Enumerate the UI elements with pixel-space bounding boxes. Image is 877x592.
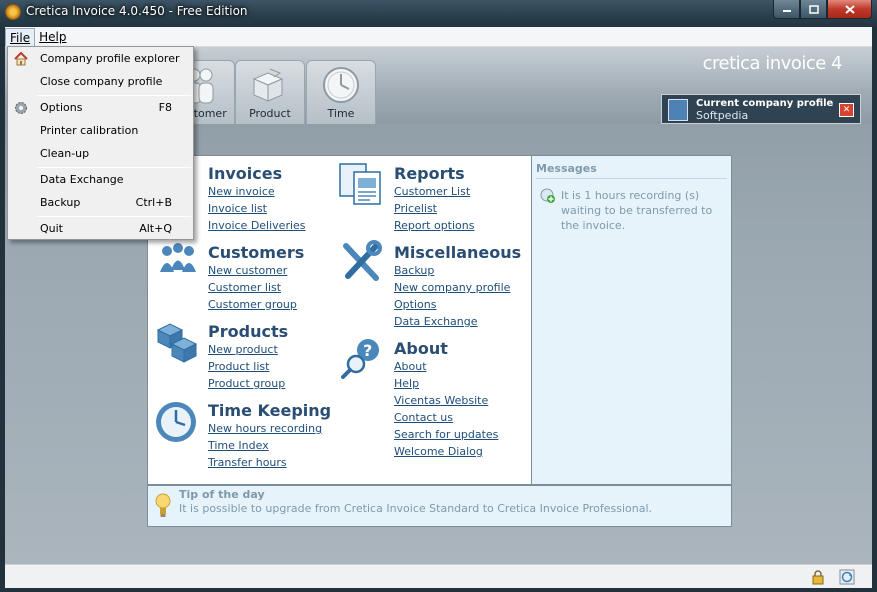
tab-label: Product <box>249 107 291 120</box>
section-timekeeping: Time Keeping New hours recording Time In… <box>208 401 331 471</box>
menu-separator <box>37 95 191 96</box>
link-customer-list[interactable]: Customer list <box>208 279 304 296</box>
section-about: About About Help Vicentas Website Contac… <box>394 339 498 460</box>
building-icon <box>668 99 688 121</box>
section-title: Reports <box>394 164 465 183</box>
file-menu-dropdown: Company profile explorer Close company p… <box>7 46 194 240</box>
app-window: Cretica Invoice 4.0.450 - Free Edition F… <box>0 0 877 592</box>
clock-icon <box>323 67 359 103</box>
link-options[interactable]: Options <box>394 296 521 313</box>
divider <box>536 178 727 179</box>
close-icon <box>844 4 855 14</box>
link-pricelist[interactable]: Pricelist <box>394 200 474 217</box>
app-icon[interactable] <box>5 4 21 20</box>
close-company-icon[interactable]: ✕ <box>839 103 854 117</box>
section-miscellaneous: Miscellaneous Backup New company profile… <box>394 243 521 330</box>
link-transfer-hours[interactable]: Transfer hours <box>208 454 331 471</box>
section-title: Miscellaneous <box>394 243 522 262</box>
tab-product[interactable]: Product <box>235 60 305 124</box>
link-search-for-updates[interactable]: Search for updates <box>394 426 498 443</box>
home-icon <box>14 51 28 66</box>
menu-bar: File Help <box>5 27 872 47</box>
link-about[interactable]: About <box>394 358 498 375</box>
clock-section-icon <box>156 402 196 442</box>
link-new-hours-recording[interactable]: New hours recording <box>208 420 331 437</box>
brand-logo: cretica invoice 4 <box>702 53 843 74</box>
link-product-list[interactable]: Product list <box>208 358 288 375</box>
messages-title: Messages <box>536 162 597 175</box>
messages-panel: Messages It is 1 hours recording (s) wai… <box>531 155 732 485</box>
section-title: Invoices <box>208 164 283 183</box>
menu-separator <box>37 216 191 217</box>
link-backup[interactable]: Backup <box>394 262 521 279</box>
gear-icon <box>15 102 27 114</box>
menu-item-data-exchange[interactable]: Data Exchange <box>9 169 192 191</box>
menu-item-printer-calibration[interactable]: Printer calibration <box>9 120 192 142</box>
menu-item-clean-up[interactable]: Clean-up <box>9 143 192 165</box>
minimize-button[interactable] <box>773 0 800 19</box>
section-title: Time Keeping <box>208 401 332 420</box>
tools-icon <box>343 240 382 281</box>
menu-item-company-profile-explorer[interactable]: Company profile explorer <box>9 48 192 70</box>
help-magnifier-icon: ? <box>341 339 379 379</box>
maximize-button[interactable] <box>800 0 827 19</box>
menu-item-backup[interactable]: Backup Ctrl+B <box>9 192 192 214</box>
message-item[interactable]: It is 1 hours recording (s) waiting to b… <box>561 188 729 233</box>
close-button[interactable] <box>827 0 872 19</box>
link-time-index[interactable]: Time Index <box>208 437 331 454</box>
title-bar[interactable]: Cretica Invoice 4.0.450 - Free Edition <box>0 0 877 27</box>
tab-time[interactable]: Time <box>306 60 376 124</box>
menu-item-options[interactable]: Options F8 <box>9 97 192 119</box>
status-bar <box>5 564 872 588</box>
link-customer-group[interactable]: Customer group <box>208 296 304 313</box>
boxes-section-icon <box>156 323 198 363</box>
link-help[interactable]: Help <box>394 375 498 392</box>
tip-of-the-day: Tip of the day It is possible to upgrade… <box>147 485 732 527</box>
lightbulb-icon <box>155 493 171 517</box>
window-title: Cretica Invoice 4.0.450 - Free Edition <box>26 4 248 18</box>
tab-label: Time <box>327 107 355 120</box>
link-new-product[interactable]: New product <box>208 341 288 358</box>
link-vicentas-website[interactable]: Vicentas Website <box>394 392 498 409</box>
navigation-panel: Invoices New invoice Invoice list Invoic… <box>147 155 533 485</box>
link-customer-list-report[interactable]: Customer List <box>394 183 474 200</box>
section-products: Products New product Product list Produc… <box>208 322 288 392</box>
reports-icon <box>339 163 381 205</box>
section-reports: Reports Customer List Pricelist Report o… <box>394 164 474 234</box>
link-new-company-profile[interactable]: New company profile <box>394 279 521 296</box>
link-invoice-list[interactable]: Invoice list <box>208 200 306 217</box>
section-title: Customers <box>208 243 305 262</box>
section-invoices: Invoices New invoice Invoice list Invoic… <box>208 164 306 234</box>
window-controls <box>773 0 872 19</box>
lock-icon[interactable] <box>810 569 826 585</box>
minimize-icon <box>782 10 791 12</box>
sync-icon[interactable] <box>839 569 855 585</box>
menu-separator <box>37 167 191 168</box>
boxes-icon <box>252 68 284 102</box>
customers-section-icon <box>160 243 196 272</box>
section-title: About <box>394 339 448 358</box>
link-invoice-deliveries[interactable]: Invoice Deliveries <box>208 217 306 234</box>
svg-text:?: ? <box>363 341 372 360</box>
link-report-options[interactable]: Report options <box>394 217 474 234</box>
company-box-title: Current company profile <box>696 98 834 109</box>
maximize-icon <box>808 4 819 14</box>
link-data-exchange[interactable]: Data Exchange <box>394 313 521 330</box>
link-new-customer[interactable]: New customer <box>208 262 304 279</box>
link-contact-us[interactable]: Contact us <box>394 409 498 426</box>
menu-item-quit[interactable]: Quit Alt+Q <box>9 218 192 240</box>
menu-item-close-company-profile[interactable]: Close company profile <box>9 71 192 93</box>
link-new-invoice[interactable]: New invoice <box>208 183 306 200</box>
section-title: Products <box>208 322 289 341</box>
add-hours-icon <box>540 188 555 203</box>
tip-text: It is possible to upgrade from Cretica I… <box>179 502 653 515</box>
section-customers: Customers New customer Customer list Cus… <box>208 243 304 313</box>
link-welcome-dialog[interactable]: Welcome Dialog <box>394 443 498 460</box>
current-company-box[interactable]: Current company profile Softpedia ✕ <box>661 94 861 124</box>
menu-file[interactable]: File <box>5 28 36 46</box>
menu-help[interactable]: Help <box>35 28 70 46</box>
company-name: Softpedia <box>696 109 749 122</box>
link-product-group[interactable]: Product group <box>208 375 288 392</box>
tip-title: Tip of the day <box>179 488 265 501</box>
